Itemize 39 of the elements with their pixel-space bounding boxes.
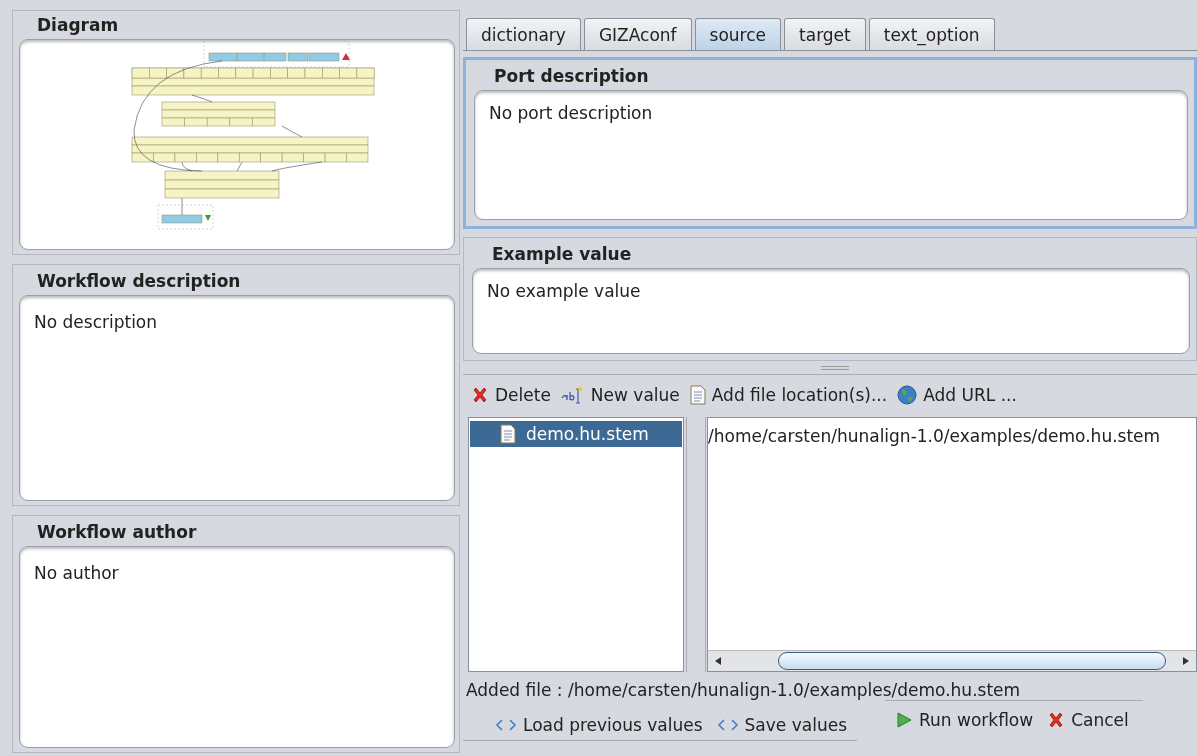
toolbar-button[interactable]: New value (558, 381, 682, 409)
toolbar-button[interactable]: Add URL ... (895, 381, 1019, 409)
tab[interactable]: source (694, 18, 782, 50)
angle-brackets-icon (716, 718, 739, 732)
panel-title: Port description (493, 65, 650, 88)
action-button[interactable]: Run workflow (893, 705, 1036, 735)
panel-title: Workflow description (36, 270, 242, 293)
angle-brackets-icon (495, 718, 517, 732)
panel-text: No description (34, 312, 159, 332)
item-label: demo.hu.stem (526, 424, 649, 444)
value-text: /home/carsten/hunalign-1.0/examples/demo.hu.stem (708, 425, 1162, 448)
toolbar-button[interactable]: Delete (469, 381, 553, 409)
panel-text: No port description (489, 103, 654, 123)
panel-title: Workflow author (36, 521, 198, 544)
splitter-handle[interactable] (686, 417, 706, 672)
panel-text: No author (34, 563, 120, 583)
tab[interactable]: dictionary (466, 18, 581, 50)
document-icon (689, 385, 706, 405)
toolbar-button[interactable]: Add file location(s)... (687, 381, 890, 409)
horizontal-scrollbar[interactable] (708, 650, 1196, 671)
panel-title: Diagram (36, 15, 120, 37)
action-button[interactable]: Load previous values (493, 710, 705, 740)
splitter-handle[interactable] (463, 364, 1197, 375)
cross-icon (471, 386, 489, 404)
tab[interactable]: target (784, 18, 866, 50)
panel-text: No example value (487, 281, 642, 301)
document-icon (500, 424, 516, 444)
tab[interactable]: text_option (868, 18, 995, 50)
action-button[interactable]: Save values (714, 710, 849, 740)
play-icon (895, 711, 913, 729)
status-text: Added file : /home/carsten/hunalign-1.0/examples/demo.hu.stem (465, 679, 1022, 700)
panel-title: Example value (491, 243, 633, 266)
value-text-area[interactable]: /home/carsten/hunalign-1.0/examples/demo.hu.stem (707, 417, 1197, 672)
list-item[interactable]: demo.hu.stem (470, 421, 682, 447)
tab[interactable]: GIZAconf (583, 18, 692, 50)
text-cursor-icon (560, 385, 585, 405)
scroll-thumb[interactable] (778, 652, 1166, 670)
action-button[interactable]: Cancel (1045, 705, 1131, 735)
globe-icon (897, 385, 918, 405)
